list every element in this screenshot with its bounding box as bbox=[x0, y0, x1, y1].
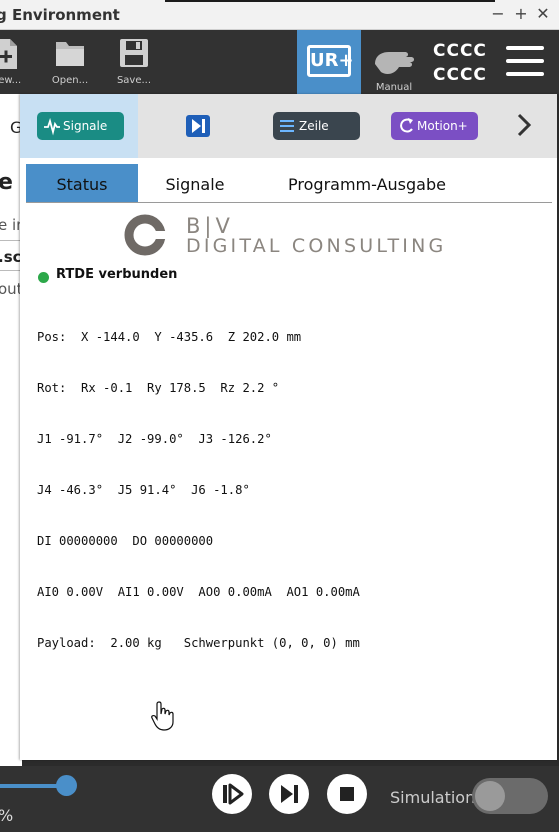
tab-program-output[interactable]: Programm-Ausgabe bbox=[266, 164, 468, 202]
hand-cursor-icon bbox=[151, 701, 174, 731]
new-file-icon bbox=[0, 39, 17, 69]
floppy-save-icon bbox=[120, 39, 148, 67]
status-line-joints-2: J4 -46.3° J5 91.4° J6 -1.8° bbox=[37, 483, 250, 497]
window-title: g Environment bbox=[0, 6, 120, 24]
status-line-payload: Payload: 2.00 kg Schwerpunkt (0, 0, 0) m… bbox=[37, 636, 360, 650]
status-line-rotation: Rot: Rx -0.1 Ry 178.5 Rz 2.2 ° bbox=[37, 381, 280, 395]
rotate-icon bbox=[400, 118, 413, 133]
simulation-label: Simulation bbox=[390, 788, 476, 807]
robot-status-line-1: CCCC bbox=[433, 41, 487, 61]
connection-status-label: RTDE verbunden bbox=[56, 267, 178, 282]
background-text-fragment: e bbox=[0, 170, 13, 195]
new-button-label: New... bbox=[0, 75, 22, 86]
rtde-panel: Signale Zeile Motion+ Status Signale Pro… bbox=[20, 94, 557, 760]
play-icon bbox=[223, 783, 244, 805]
speed-percent-label: % bbox=[0, 806, 13, 825]
close-button[interactable]: ✕ bbox=[534, 4, 552, 23]
tab-signale[interactable]: Signale bbox=[145, 164, 245, 202]
program-node-toolbar: Signale Zeile Motion+ bbox=[20, 94, 557, 158]
play-button[interactable] bbox=[212, 774, 252, 814]
status-line-analog-io: AI0 0.00V AI1 0.00V AO0 0.00mA AO1 0.00m… bbox=[37, 585, 360, 599]
divider bbox=[0, 270, 22, 271]
folder-icon bbox=[56, 42, 84, 66]
speed-slider-handle[interactable] bbox=[56, 775, 77, 796]
minimize-button[interactable]: − bbox=[489, 4, 507, 23]
list-icon bbox=[280, 120, 294, 132]
manual-mode-button[interactable]: Manual bbox=[368, 30, 420, 94]
zeile-node-button[interactable]: Zeile bbox=[273, 112, 360, 140]
signal-wave-icon bbox=[44, 117, 60, 136]
simulation-toggle-knob[interactable] bbox=[475, 781, 505, 811]
status-line-digital-io: DI 00000000 DO 00000000 bbox=[37, 534, 214, 548]
open-button-label: Open... bbox=[51, 75, 89, 86]
chevron-right-icon[interactable] bbox=[514, 110, 534, 140]
panel-tabs: Status Signale Programm-Ausgabe bbox=[26, 164, 552, 203]
status-line-position: Pos: X -144.0 Y -435.6 Z 202.0 mm bbox=[37, 330, 302, 344]
speed-slider-track[interactable] bbox=[0, 784, 64, 788]
background-window: G e e in .sc out bbox=[0, 94, 26, 766]
stop-button[interactable] bbox=[327, 774, 367, 814]
window-titlebar: g Environment − + ✕ bbox=[0, 0, 559, 30]
step-icon bbox=[281, 785, 298, 803]
robot-status-readout: Pos: X -144.0 Y -435.6 Z 202.0 mm Rot: R… bbox=[37, 295, 360, 686]
open-button[interactable]: Open... bbox=[50, 30, 90, 94]
motion-plus-node-label: Motion+ bbox=[417, 119, 468, 133]
manual-mode-label: Manual bbox=[375, 82, 413, 93]
logo-text-bottom: DIGITAL CONSULTING bbox=[186, 235, 447, 257]
urcaps-button[interactable]: UR+ bbox=[297, 30, 361, 94]
bv-logo: B|V DIGITAL CONSULTING bbox=[123, 212, 463, 258]
ur-plus-icon: UR+ bbox=[307, 45, 354, 77]
save-button-label: Save... bbox=[116, 75, 152, 86]
simulation-toggle[interactable] bbox=[472, 778, 548, 814]
new-button[interactable]: New... bbox=[0, 30, 26, 94]
divider bbox=[0, 240, 22, 241]
status-line-joints-1: J1 -91.7° J2 -99.0° J3 -126.2° bbox=[37, 432, 272, 446]
robot-status-line-2: CCCC bbox=[433, 65, 487, 85]
stop-icon bbox=[340, 787, 354, 801]
titlebar-shadow bbox=[165, 0, 495, 2]
signale-node-label: Signale bbox=[63, 119, 108, 133]
bottom-control-bar: % Simulation bbox=[0, 766, 559, 832]
zeile-node-label: Zeile bbox=[299, 119, 329, 133]
hand-icon bbox=[375, 52, 414, 75]
step-forward-icon[interactable] bbox=[186, 115, 210, 137]
maximize-button[interactable]: + bbox=[512, 4, 530, 23]
motion-plus-node-button[interactable]: Motion+ bbox=[391, 112, 478, 140]
tab-status[interactable]: Status bbox=[26, 164, 138, 202]
background-text-fragment: .sc bbox=[0, 248, 22, 266]
bv-ring-icon bbox=[124, 214, 169, 256]
signale-node-button[interactable]: Signale bbox=[37, 112, 124, 140]
step-button[interactable] bbox=[269, 774, 309, 814]
connection-status-dot bbox=[38, 272, 49, 283]
save-button[interactable]: Save... bbox=[114, 30, 154, 94]
top-toolbar: New... Open... Save... UR+ Manual CCCC C… bbox=[0, 30, 559, 94]
hamburger-menu-icon[interactable] bbox=[506, 46, 544, 76]
